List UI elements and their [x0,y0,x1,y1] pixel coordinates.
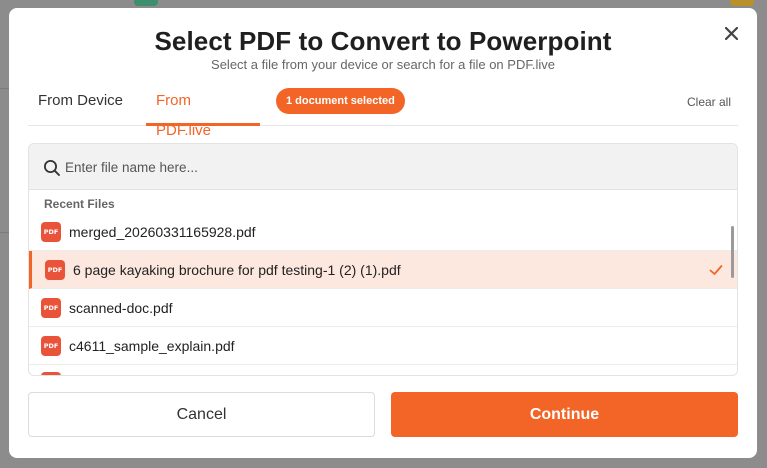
search-bar [29,144,737,190]
file-name: c4611_sample_explain.pdf [69,338,235,354]
modal-subtitle: Select a file from your device or search… [211,57,555,72]
source-tabs: From Device From PDF.live 1 document sel… [28,86,738,139]
selection-count-badge: 1 document selected [276,88,405,114]
close-icon [724,26,738,40]
file-row[interactable]: PDF merged_20260331165928.pdf [29,213,737,251]
recent-files-list: PDF merged_20260331165928.pdf PDF 6 page… [29,213,737,375]
clear-all-link[interactable]: Clear all [687,95,731,109]
file-name: scanned-doc.pdf [69,300,173,316]
file-row[interactable]: PDF c4611_sample_explain.pdf [29,327,737,365]
pdf-file-icon: PDF [41,222,61,242]
file-name: 6 page kayaking brochure for pdf testing… [73,262,401,278]
check-icon [709,265,723,275]
file-row[interactable]: PDF scanned-doc.pdf [29,289,737,327]
pdf-file-icon: PDF [45,260,65,280]
file-list-scrollbar[interactable] [731,226,734,278]
file-row-selected[interactable]: PDF 6 page kayaking brochure for pdf tes… [29,251,737,289]
recent-files-heading: Recent Files [44,197,115,211]
tab-from-device[interactable]: From Device [28,86,133,126]
close-button[interactable] [719,21,743,45]
continue-button[interactable]: Continue [391,392,738,437]
file-picker-panel: Recent Files PDF merged_20260331165928.p… [28,143,738,376]
search-icon [44,160,60,176]
cancel-button[interactable]: Cancel [28,392,375,437]
backdrop-chip [134,0,158,6]
file-row-partial[interactable] [29,365,737,375]
file-search-input[interactable] [65,154,705,180]
modal-title: Select PDF to Convert to Powerpoint [154,26,612,56]
pdf-file-icon: PDF [41,298,61,318]
backdrop-chip [730,0,754,6]
convert-file-modal: Select PDF to Convert to Powerpoint Sele… [9,8,757,458]
file-name: merged_20260331165928.pdf [69,224,256,240]
pdf-file-icon [41,372,61,375]
pdf-file-icon: PDF [41,336,61,356]
tab-from-pdf-live[interactable]: From PDF.live [146,86,260,139]
